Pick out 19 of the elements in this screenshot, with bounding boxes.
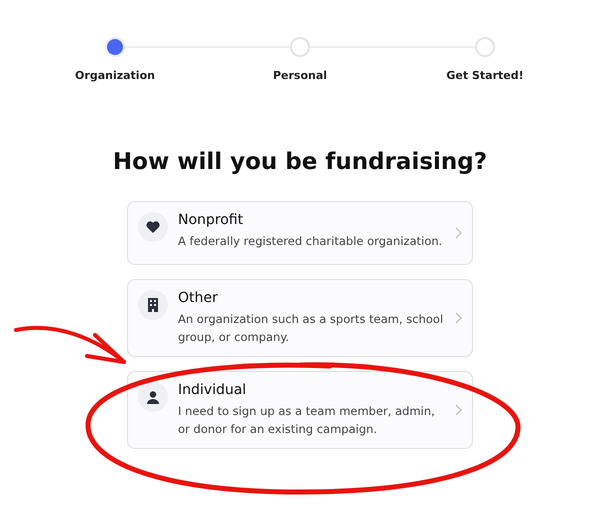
page-heading: How will you be fundraising? [112,149,488,175]
chevron-icon [455,227,462,239]
option-description: An organization such as a sports team, school group, or company. [178,311,444,346]
option-title: Nonprofit [178,212,244,228]
option-card[interactable]: Individual I need to sign up as a team member, admin, or donor for an existing campaign. [127,371,473,449]
step-label: Get Started! [446,69,524,82]
chevron-icon [455,312,462,324]
option-description: A federally registered charitable organization. [178,233,444,250]
chevron-icon [455,404,462,416]
option-card[interactable]: Other An organization such as a sports team, school group, or company. [127,279,473,357]
step-label: Organization [75,69,155,82]
option-title: Other [178,290,219,306]
option-title: Individual [178,382,248,398]
heart-icon [146,221,160,233]
option-description: I need to sign up as a team member, admin, or donor for an existing campaign. [178,403,436,438]
option-card[interactable]: Nonprofit A federally registered charitable organization. [127,201,473,265]
step-label: Personal [272,69,328,82]
person-icon [147,390,159,404]
building-icon [147,298,159,312]
